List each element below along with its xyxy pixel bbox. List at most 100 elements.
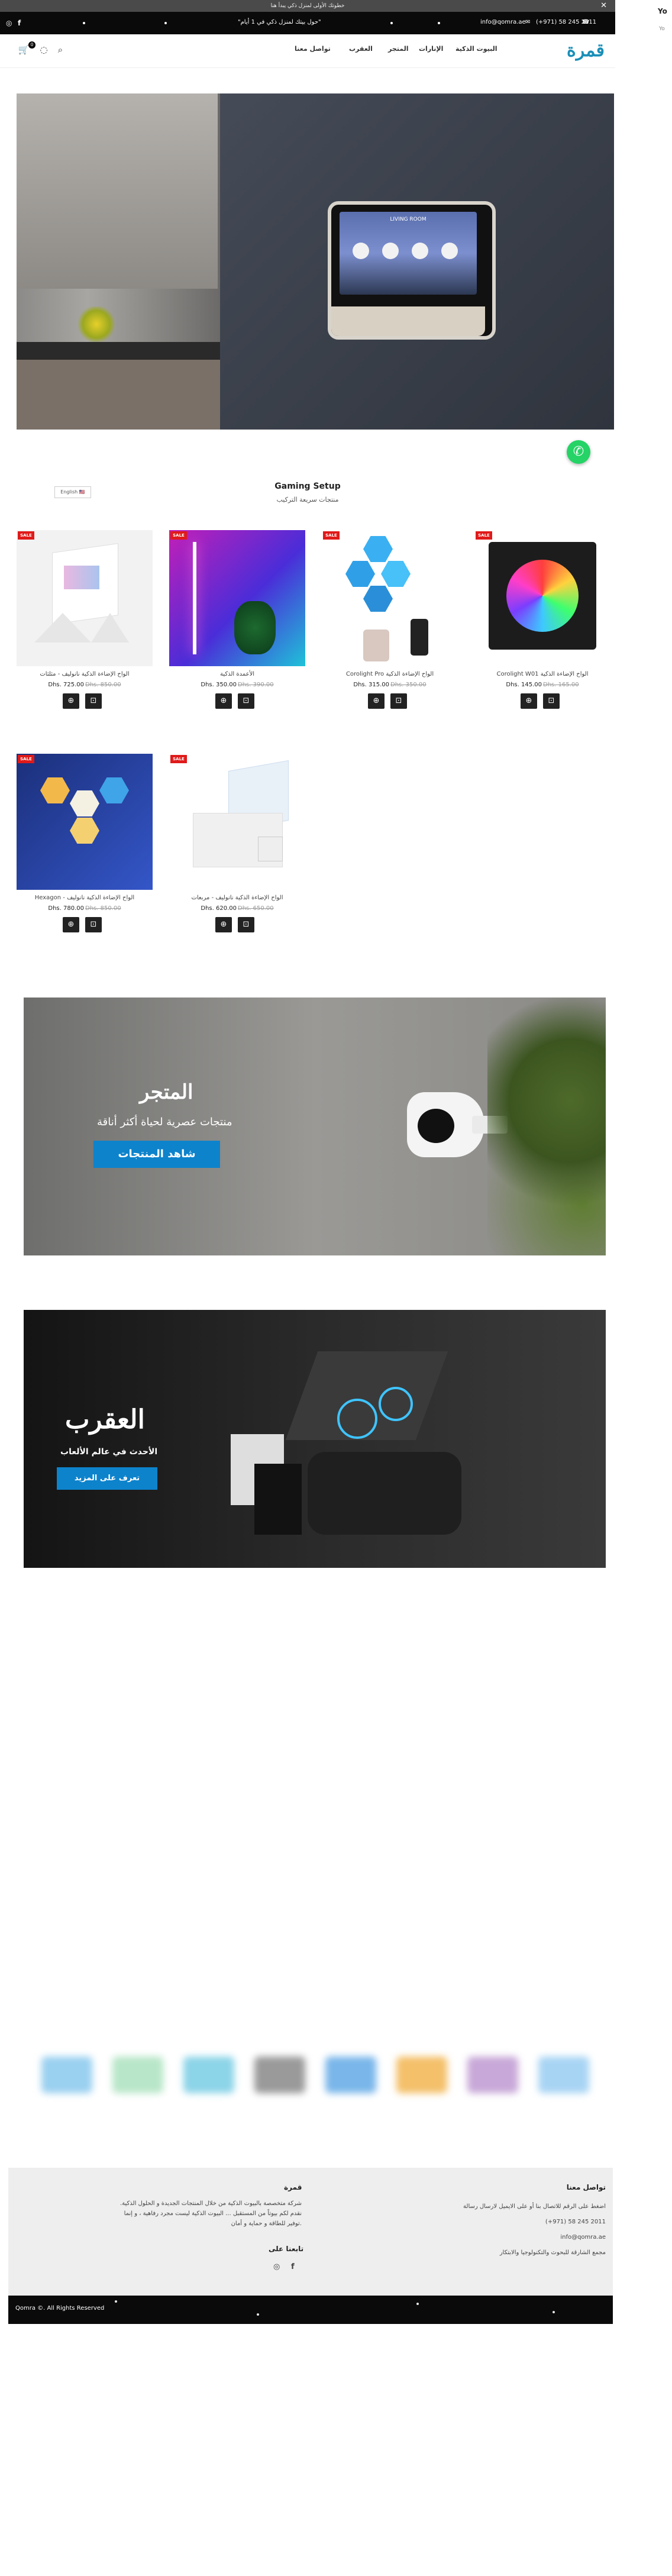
gaming-chair-image bbox=[219, 1334, 479, 1558]
brand-logo[interactable] bbox=[467, 2057, 518, 2093]
nav-smart-homes[interactable]: البيوت الذكية bbox=[455, 45, 497, 53]
account-icon[interactable]: ◌ bbox=[38, 44, 50, 56]
site-logo[interactable]: قمرة bbox=[567, 40, 605, 61]
product-name[interactable]: Hexagon - الواح الإضاءة الذكية نانوليف bbox=[17, 895, 153, 901]
product-name[interactable]: Corolight Pro الواح الإضاءة الذكية bbox=[322, 671, 458, 677]
product-price: Dhs. 350.00 Dhs. 390.00 bbox=[201, 682, 274, 688]
facebook-icon[interactable]: f bbox=[291, 2262, 295, 2271]
product-card[interactable]: SALE Hexagon - الواح الإضاءة الذكية نانو… bbox=[17, 754, 153, 932]
site-footer: تواصل معنا اضغط على الرقم للاتصال بنا أو… bbox=[8, 2168, 613, 2296]
hero-banner: LIVING ROOM bbox=[17, 93, 614, 430]
nav-contact[interactable]: تواصل معنا bbox=[295, 45, 331, 53]
sale-badge: SALE bbox=[323, 531, 340, 540]
brand-logo[interactable] bbox=[538, 2057, 589, 2093]
search-icon[interactable]: ⌕ bbox=[54, 44, 66, 56]
kitchen-photo bbox=[17, 93, 220, 430]
product-price: Dhs. 145.00 Dhs. 165.00 bbox=[506, 682, 579, 688]
topbar-tagline: "حول بيتك لمنزل ذكي في 1 أيام" bbox=[238, 19, 321, 25]
product-image[interactable] bbox=[169, 754, 305, 890]
product-name[interactable]: الأعمدة الذكية bbox=[169, 671, 305, 677]
sale-badge: SALE bbox=[18, 755, 34, 763]
footer-email[interactable]: info@qomra.ae bbox=[560, 2234, 606, 2241]
brand-logo[interactable] bbox=[183, 2057, 234, 2093]
top-bar: ◎ f "حول بيتك لمنزل ذكي في 1 أيام" info@… bbox=[0, 12, 615, 34]
add-to-cart-icon[interactable]: ⊡ bbox=[543, 693, 560, 709]
quick-view-icon[interactable]: ⊕ bbox=[215, 917, 232, 932]
snowflake bbox=[553, 2311, 555, 2313]
nav-scorpion[interactable]: العقرب bbox=[349, 45, 373, 53]
section-subtitle: منتجات سريعة التركيب bbox=[276, 496, 339, 503]
sale-badge: SALE bbox=[476, 531, 492, 540]
sale-badge: SALE bbox=[18, 531, 34, 540]
learn-more-button[interactable]: تعرف على المزيد bbox=[57, 1467, 157, 1490]
product-price: Dhs. 315.00 Dhs. 350.00 bbox=[353, 682, 427, 688]
brand-logo[interactable] bbox=[396, 2057, 447, 2093]
store-banner[interactable]: المتجر منتجات عصرية لحياة أكثر أناقة شاه… bbox=[24, 998, 606, 1255]
side-panel: Yo Yo bbox=[655, 0, 672, 497]
snowflake bbox=[257, 2313, 259, 2316]
footer-follow-title: تابعنا على bbox=[269, 2245, 304, 2253]
nav-lighting[interactable]: الإنارات bbox=[419, 45, 443, 53]
store-banner-title: المتجر bbox=[140, 1080, 193, 1104]
brand-logo[interactable] bbox=[325, 2057, 376, 2093]
brand-logo[interactable] bbox=[41, 2057, 92, 2093]
announcement-text: خطوتك الأولى لمنزل ذكي يبدأ هنا bbox=[270, 3, 345, 9]
scorpion-banner-subtitle: الأحدث في عالم الألعاب bbox=[60, 1447, 158, 1457]
close-icon[interactable]: ✕ bbox=[600, 0, 607, 12]
page: خطوتك الأولى لمنزل ذكي يبدأ هنا ✕ ◎ f "ح… bbox=[0, 0, 615, 2331]
add-to-cart-icon[interactable]: ⊡ bbox=[390, 693, 407, 709]
product-card[interactable]: SALE الواح الإضاءة الذكية نانوليف - مثلث… bbox=[17, 530, 153, 709]
brand-logo[interactable] bbox=[112, 2057, 163, 2093]
product-image[interactable] bbox=[169, 530, 305, 666]
product-old-price: Dhs. 850.00 bbox=[85, 682, 121, 688]
screen-title: LIVING ROOM bbox=[390, 217, 427, 222]
cart-count-badge: 0 bbox=[28, 41, 35, 49]
product-old-price: Dhs. 850.00 bbox=[85, 905, 121, 912]
snowflake bbox=[416, 2303, 419, 2305]
cart-icon[interactable]: 🛒 bbox=[18, 44, 30, 56]
scorpion-banner[interactable]: العقرب الأحدث في عالم الألعاب تعرف على ا… bbox=[24, 1310, 606, 1568]
product-card[interactable]: SALE Corolight W01 الواح الإضاءة الذكية … bbox=[474, 530, 610, 709]
plant-image bbox=[487, 998, 606, 1255]
product-card[interactable]: SALE الأعمدة الذكية Dhs. 350.00 Dhs. 390.… bbox=[169, 530, 305, 709]
instagram-icon[interactable]: ◎ bbox=[273, 2262, 280, 2271]
quick-view-icon[interactable]: ⊕ bbox=[63, 917, 79, 932]
brands-strip bbox=[24, 2045, 606, 2110]
product-old-price: Dhs. 350.00 bbox=[390, 682, 427, 688]
footer-phone[interactable]: (+971) 58 245 2011 bbox=[545, 2219, 606, 2225]
product-image[interactable] bbox=[474, 530, 610, 666]
quick-view-icon[interactable]: ⊕ bbox=[368, 693, 385, 709]
topbar-email[interactable]: info@qomra.ae bbox=[480, 19, 526, 25]
view-products-button[interactable]: شاهد المنتجات bbox=[93, 1141, 220, 1168]
add-to-cart-icon[interactable]: ⊡ bbox=[238, 693, 254, 709]
security-camera-image bbox=[407, 1092, 508, 1157]
whatsapp-icon[interactable]: ✆ bbox=[567, 440, 590, 464]
sale-badge: SALE bbox=[170, 531, 187, 540]
product-image[interactable] bbox=[17, 754, 153, 890]
facebook-icon[interactable]: f bbox=[18, 19, 21, 27]
add-to-cart-icon[interactable]: ⊡ bbox=[85, 693, 102, 709]
snowflake bbox=[438, 22, 440, 24]
quick-view-icon[interactable]: ⊕ bbox=[521, 693, 537, 709]
quick-view-icon[interactable]: ⊕ bbox=[63, 693, 79, 709]
product-card[interactable]: SALE Corolight Pro الواح الإضاءة الذكية … bbox=[322, 530, 458, 709]
product-image[interactable] bbox=[17, 530, 153, 666]
nav-store[interactable]: المتجر bbox=[388, 45, 409, 53]
product-image[interactable] bbox=[322, 530, 458, 666]
smart-panel-device: LIVING ROOM bbox=[328, 201, 496, 340]
add-to-cart-icon[interactable]: ⊡ bbox=[85, 917, 102, 932]
section-title: Gaming Setup bbox=[274, 482, 341, 491]
add-to-cart-icon[interactable]: ⊡ bbox=[238, 917, 254, 932]
product-name[interactable]: الواح الإضاءة الذكية نانوليف - مربعات bbox=[169, 895, 305, 901]
product-name[interactable]: Corolight W01 الواح الإضاءة الذكية bbox=[474, 671, 610, 677]
quick-view-icon[interactable]: ⊕ bbox=[215, 693, 232, 709]
phone-icon: ☎ bbox=[582, 19, 590, 25]
product-name[interactable]: الواح الإضاءة الذكية نانوليف - مثلثات bbox=[17, 671, 153, 677]
brand-logo[interactable] bbox=[254, 2057, 305, 2093]
product-card[interactable]: SALE الواح الإضاءة الذكية نانوليف - مربع… bbox=[169, 754, 305, 932]
scorpion-banner-title: العقرب bbox=[65, 1405, 145, 1435]
product-old-price: Dhs. 650.00 bbox=[238, 905, 274, 912]
store-banner-subtitle: منتجات عصرية لحياة أكثر أناقة bbox=[97, 1116, 232, 1128]
snowflake bbox=[164, 22, 167, 24]
instagram-icon[interactable]: ◎ bbox=[6, 19, 12, 27]
